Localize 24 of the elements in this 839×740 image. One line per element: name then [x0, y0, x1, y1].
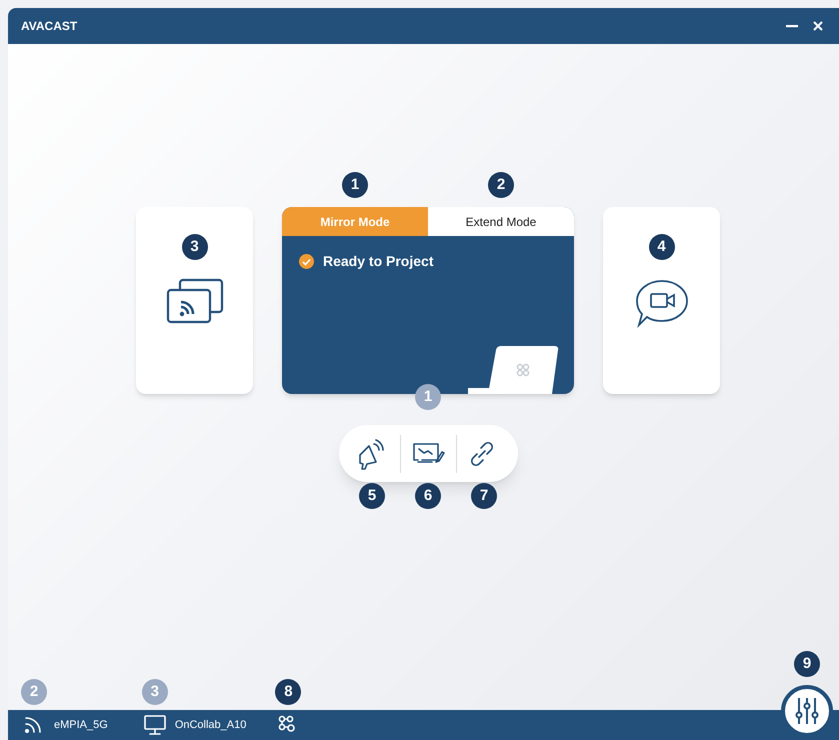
callout-marker: 9 — [794, 651, 820, 677]
callout-marker: 2 — [488, 172, 514, 198]
monitor-icon — [142, 713, 167, 737]
callout-marker: 2 — [21, 679, 47, 705]
sliders-icon — [794, 696, 820, 726]
callout-marker: 1 — [342, 172, 368, 198]
close-icon — [813, 21, 823, 31]
callout-marker: 6 — [415, 483, 441, 509]
network-name: eMPIA_5G — [54, 718, 108, 733]
status-text: Ready to Project — [323, 252, 434, 271]
feature-card[interactable]: 4 — [603, 207, 720, 394]
callout-marker: 8 — [275, 679, 302, 705]
minimize-icon — [786, 24, 798, 28]
callout-marker: 1 — [415, 384, 441, 410]
callout-marker: 5 — [359, 483, 385, 509]
window-title: AVACAST — [21, 18, 78, 35]
feature-card[interactable]: 3 — [136, 207, 253, 394]
cast-screens-icon — [166, 278, 224, 326]
callout-marker: 4 — [648, 234, 674, 260]
device-name: OnCollab_A10 — [174, 718, 246, 733]
callout-marker: 7 — [471, 483, 497, 509]
video-chat-bubble-icon — [634, 278, 690, 330]
callout-marker: 3 — [142, 679, 168, 705]
callout-marker: 3 — [182, 234, 208, 260]
